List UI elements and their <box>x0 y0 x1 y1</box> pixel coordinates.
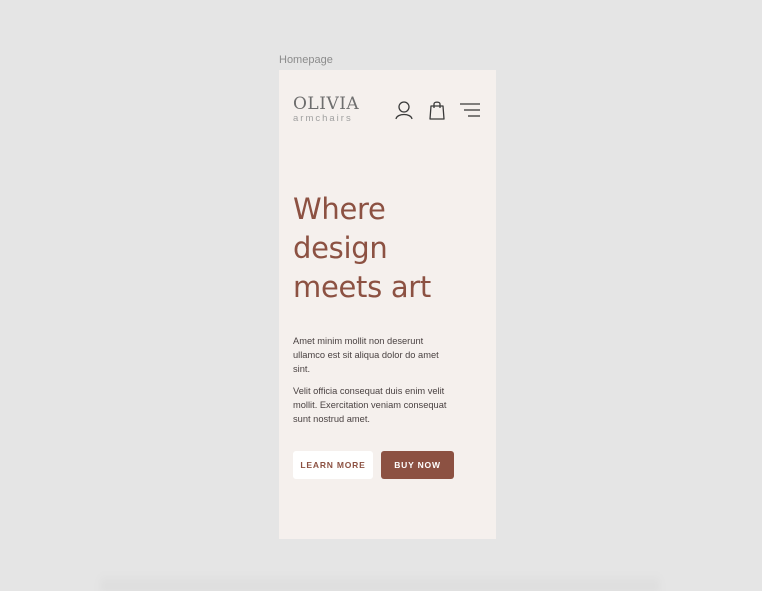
menu-icon[interactable] <box>460 103 480 117</box>
shopping-bag-icon[interactable] <box>429 100 445 120</box>
logo-sub-text: armchairs <box>293 113 353 124</box>
hero-title-line: Where <box>293 192 386 226</box>
logo[interactable]: OLIVIA armchairs <box>293 96 359 125</box>
frame-label[interactable]: Homepage <box>279 54 333 66</box>
bottom-toolbar-shadow <box>100 572 660 591</box>
user-icon[interactable] <box>394 100 414 120</box>
hero-paragraph-2: Velit officia consequat duis enim velit … <box>293 386 447 424</box>
design-canvas: Homepage OLIVIA armchairs Where design m… <box>0 0 762 591</box>
hero-title: Where design meets art <box>293 190 483 307</box>
hero-title-line: meets art <box>293 270 431 304</box>
hero-title-line: design <box>293 231 388 265</box>
learn-more-button[interactable]: LEARN MORE <box>293 451 373 479</box>
buy-now-button[interactable]: BUY NOW <box>381 451 454 479</box>
hero-paragraph-1: Amet minim mollit non deserunt ullamco e… <box>293 336 439 374</box>
homepage-frame: OLIVIA armchairs Where design meets art … <box>279 70 496 539</box>
logo-main-text: OLIVIA <box>293 94 360 114</box>
